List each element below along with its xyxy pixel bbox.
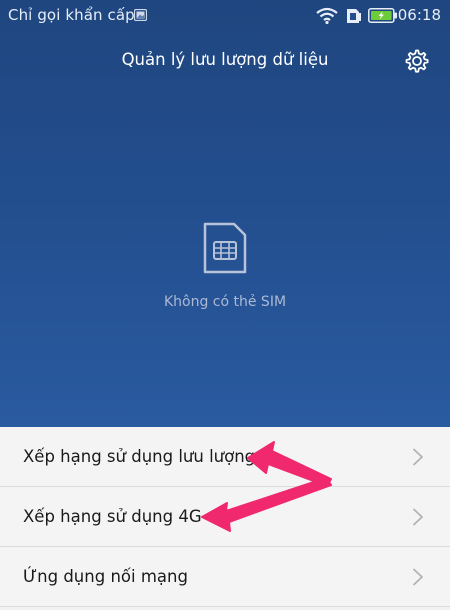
status-bar: Chỉ gọi khẩn cấp 06:18: [0, 0, 450, 32]
chevron-right-icon: [413, 568, 423, 586]
list-item-label: Xếp hạng sử dụng 4G: [23, 507, 202, 526]
data-usage-screen: Chỉ gọi khẩn cấp 06:18 Quản lý lưu lượng…: [0, 0, 450, 610]
chevron-right-icon: [413, 448, 423, 466]
header-panel: Chỉ gọi khẩn cấp 06:18 Quản lý lưu lượng…: [0, 0, 450, 427]
sim-status-icon: [347, 9, 361, 23]
menu-list: Xếp hạng sử dụng lưu lượng Xếp hạng sử d…: [0, 427, 450, 607]
list-item-data-usage-ranking[interactable]: Xếp hạng sử dụng lưu lượng: [0, 427, 450, 487]
carrier-text: Chỉ gọi khẩn cấp: [8, 6, 135, 24]
wifi-icon: [316, 7, 338, 24]
gear-icon[interactable]: [403, 47, 431, 75]
chevron-right-icon: [413, 508, 423, 526]
page-title: Quản lý lưu lượng dữ liệu: [121, 50, 329, 69]
battery-charging-icon: [368, 8, 397, 23]
image-icon: [134, 9, 147, 21]
list-item-networked-apps[interactable]: Ứng dụng nối mạng: [0, 547, 450, 607]
clock: 06:18: [397, 6, 441, 24]
sim-card-icon: [203, 222, 247, 274]
list-item-4g-usage-ranking[interactable]: Xếp hạng sử dụng 4G: [0, 487, 450, 547]
list-item-label: Xếp hạng sử dụng lưu lượng: [23, 447, 256, 466]
list-item-label: Ứng dụng nối mạng: [23, 567, 188, 586]
no-sim-text: Không có thẻ SIM: [163, 294, 287, 310]
